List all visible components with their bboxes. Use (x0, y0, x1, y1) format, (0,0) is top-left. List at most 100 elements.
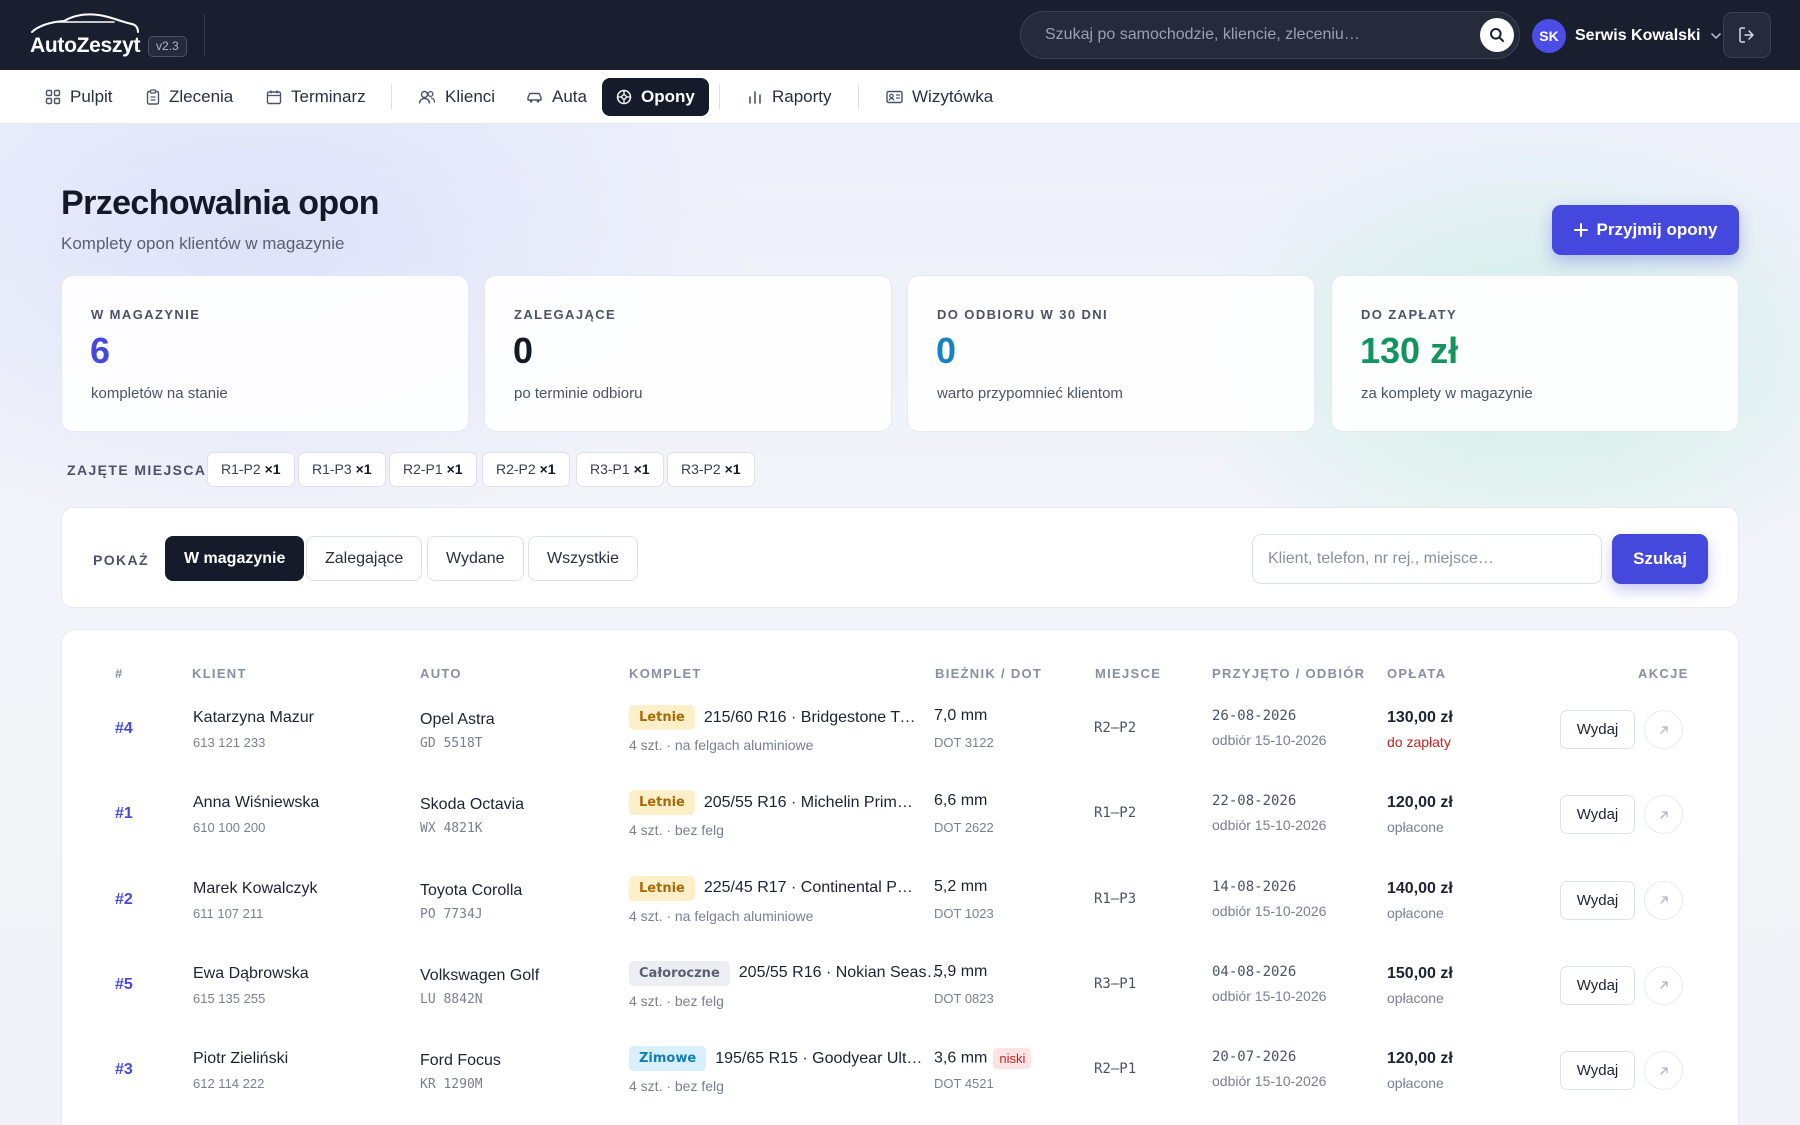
client-name[interactable]: Ewa Dąbrowska (193, 965, 309, 983)
filter-in-storage[interactable]: W magazynie (165, 536, 305, 581)
open-details-button[interactable] (1644, 795, 1683, 835)
tread-value: 6,6 mm (934, 792, 988, 810)
slot-chip[interactable]: R2-P2 ×1 (482, 452, 570, 487)
tire-set: Zimowe 195/65 R15 · Goodyear UltraGrip (629, 1046, 927, 1072)
arrow-up-right-icon (1659, 725, 1668, 734)
table-row[interactable]: #4 Katarzyna Mazur 613 121 233 Opel Astra GD… (96, 688, 1704, 770)
column-header: KOMPLET (629, 666, 702, 681)
logout-icon (1739, 27, 1754, 43)
nav-item-pulpit[interactable]: Pulpit (31, 78, 127, 116)
release-button[interactable]: Wydaj (1560, 880, 1635, 920)
filter-all[interactable]: Wszystkie (528, 536, 638, 581)
fee-status: opłacone (1387, 1075, 1444, 1092)
nav-item-opony[interactable]: Opony (602, 78, 709, 116)
slot-chip[interactable]: R2-P1 ×1 (389, 452, 477, 487)
user-menu[interactable]: SK Serwis Kowalski (1532, 18, 1722, 54)
nav-item-zlecenia[interactable]: Zlecenia (132, 78, 247, 116)
slot-chip[interactable]: R3-P1 ×1 (576, 452, 664, 487)
row-id[interactable]: #3 (115, 1061, 133, 1079)
logout-button[interactable] (1723, 12, 1771, 58)
topbar-divider (204, 14, 205, 56)
stat-value: 6 (90, 330, 111, 371)
client-phone: 611 107 211 (193, 905, 264, 921)
table-row[interactable]: #2 Marek Kowalczyk 611 107 211 Toyota Corol… (96, 859, 1704, 941)
table-search-button[interactable]: Szukaj (1612, 534, 1708, 584)
column-header: KLIENT (192, 666, 247, 681)
tire-set: Letnie 225/45 R17 · Continental PremiumCo… (629, 875, 916, 901)
client-phone: 610 100 200 (193, 820, 266, 836)
open-details-button[interactable] (1644, 1051, 1683, 1091)
nav-item-terminarz[interactable]: Terminarz (252, 78, 380, 116)
nav-label: Klienci (445, 87, 496, 106)
release-button[interactable]: Wydaj (1560, 795, 1635, 835)
pickup-date: odbiór 15-10-2026 (1212, 987, 1327, 1004)
license-plate: LU 8842N (420, 991, 483, 1007)
dot-code: DOT 1023 (934, 905, 994, 921)
nav-item-wizytowka[interactable]: Wizytówka (872, 78, 1007, 116)
id-card-icon (886, 90, 903, 104)
table-search-input[interactable] (1252, 534, 1602, 584)
occupied-slots-label: ZAJĘTE MIEJSCA (67, 462, 207, 478)
nav-divider (719, 85, 720, 109)
topbar: AutoZeszyt v2.3 SK Serwis Kowalski (0, 0, 1800, 70)
nav-label: Raporty (772, 87, 832, 106)
received-date: 22-08-2026 (1212, 793, 1297, 810)
receive-tires-button[interactable]: Przyjmij opony (1552, 205, 1739, 255)
storage-place: R3–P1 (1094, 975, 1137, 992)
season-badge: Zimowe (629, 1046, 707, 1072)
row-id[interactable]: #5 (115, 976, 133, 994)
user-name: Serwis Kowalski (1575, 27, 1701, 44)
table-row[interactable]: #1 Anna Wiśniewska 610 100 200 Skoda Octavi… (96, 773, 1704, 855)
release-button[interactable]: Wydaj (1560, 1051, 1635, 1091)
main-nav: Pulpit Zlecenia Terminarz Klienci Auta O… (0, 70, 1800, 124)
storage-place: R1–P2 (1094, 805, 1137, 822)
arrow-up-right-icon (1659, 811, 1668, 819)
client-name[interactable]: Marek Kowalczyk (193, 880, 317, 898)
stat-card-pickup-30-days: DO ODBIORU W 30 DNI 0 warto przypomnieć … (907, 275, 1315, 432)
table-row[interactable]: #3 Piotr Zieliński 612 114 222 Ford Focus KR… (96, 1029, 1704, 1111)
filter-released[interactable]: Wydane (427, 536, 524, 581)
open-details-button[interactable] (1644, 965, 1683, 1005)
slot-chip[interactable]: R1-P3 ×1 (298, 452, 386, 487)
storage-fee: 140,00 zł (1387, 879, 1453, 897)
global-search-input[interactable] (1045, 12, 1445, 58)
row-id[interactable]: #2 (115, 891, 133, 909)
release-button[interactable]: Wydaj (1560, 710, 1635, 749)
column-header: OPŁATA (1387, 666, 1447, 681)
fee-status: do zapłaty (1387, 734, 1451, 750)
nav-item-auta[interactable]: Auta (512, 78, 601, 116)
release-button[interactable]: Wydaj (1560, 965, 1635, 1005)
table-row[interactable]: #5 Ewa Dąbrowska 615 135 255 Volkswagen Gol… (96, 944, 1704, 1026)
global-search (1020, 11, 1520, 59)
tread-depth: 3,6 mm niski (934, 1048, 1032, 1070)
global-search-button[interactable] (1480, 18, 1514, 52)
client-name[interactable]: Anna Wiśniewska (193, 794, 319, 812)
row-id[interactable]: #4 (115, 720, 133, 738)
column-header: MIEJSCE (1095, 666, 1162, 681)
stat-label: DO ZAPŁATY (1361, 307, 1458, 322)
client-name[interactable]: Katarzyna Mazur (193, 709, 314, 727)
nav-item-klienci[interactable]: Klienci (404, 78, 509, 116)
slot-chip[interactable]: R1-P2 ×1 (207, 452, 295, 487)
open-details-button[interactable] (1644, 880, 1683, 920)
stat-note: kompletów na stanie (91, 385, 228, 402)
stat-label: W MAGAZYNIE (91, 307, 201, 322)
tire-icon (616, 89, 632, 105)
tire-description: 225/45 R17 · Continental PremiumContact (703, 879, 916, 897)
nav-item-raporty[interactable]: Raporty (733, 78, 846, 116)
slot-count: ×1 (355, 461, 372, 477)
filter-overdue[interactable]: Zalegające (306, 536, 423, 581)
open-details-button[interactable] (1644, 710, 1683, 749)
plus-icon (1573, 223, 1588, 237)
arrow-up-right-icon (1659, 1067, 1668, 1075)
stat-value: 0 (513, 330, 534, 371)
tire-description: 195/65 R15 · Goodyear UltraGrip (715, 1049, 927, 1067)
slot-chip[interactable]: R3-P2 ×1 (667, 452, 755, 487)
row-id[interactable]: #1 (115, 805, 133, 823)
season-badge: Letnie (629, 875, 695, 901)
filter-bar: POKAŻ W magazynie Zalegające Wydane Wszy… (61, 507, 1739, 608)
nav-label: Auta (552, 87, 587, 106)
storage-fee: 130,00 zł (1387, 709, 1453, 726)
client-name[interactable]: Piotr Zieliński (193, 1050, 288, 1068)
tread-value: 7,0 mm (934, 707, 988, 724)
